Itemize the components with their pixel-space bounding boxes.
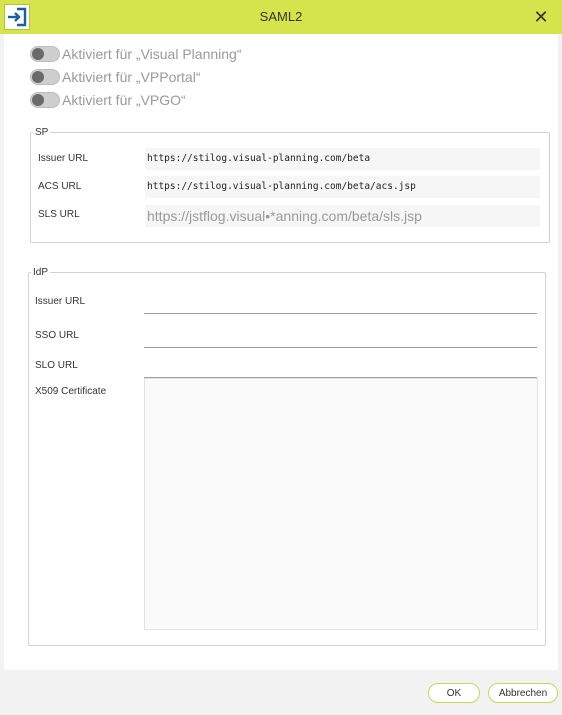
toggle-switch[interactable] [30, 46, 60, 62]
sp-issuer-url-value[interactable]: https://stilog.visual-planning.com/beta [145, 148, 540, 170]
sp-sls-url-label: SLS URL [38, 209, 80, 220]
ok-button[interactable]: OK [428, 683, 480, 703]
sp-acs-url-value[interactable]: https://stilog.visual-planning.com/beta/… [145, 176, 540, 198]
toggle-switch[interactable] [30, 92, 60, 108]
toggle-vpportal[interactable]: Aktiviert für „VPPortal“ [30, 67, 200, 87]
idp-certificate-label: X509 Certificate [35, 386, 107, 397]
idp-legend: IdP [33, 267, 49, 278]
idp-sso-url-input[interactable] [144, 329, 537, 348]
sp-acs-url-label: ACS URL [38, 181, 82, 192]
toggle-switch[interactable] [30, 69, 60, 85]
toggle-label: Aktiviert für „VPPortal“ [62, 69, 201, 85]
sp-issuer-url-label: Issuer URL [38, 153, 89, 164]
idp-certificate-textarea[interactable] [144, 378, 538, 630]
idp-slo-url-input[interactable] [144, 359, 537, 378]
cancel-button[interactable]: Abbrechen [488, 683, 558, 703]
dialog-title: SAML2 [259, 9, 303, 24]
toggle-visual-planning[interactable]: Aktiviert für „Visual Planning“ [30, 44, 241, 64]
dialog-content: Aktiviert für „Visual Planning“ Aktivier… [4, 34, 558, 670]
sp-legend: SP [35, 127, 49, 138]
idp-issuer-url-label: Issuer URL [35, 296, 86, 307]
idp-issuer-url-input[interactable] [144, 295, 537, 314]
title-bar: SAML2 ✕ [0, 0, 562, 34]
sp-sls-url-value[interactable]: https://jstflog.visual•*anning.com/beta/… [145, 205, 540, 227]
toggle-label: Aktiviert für „Visual Planning“ [62, 46, 242, 62]
idp-slo-url-label: SLO URL [35, 360, 78, 371]
toggle-label: Aktiviert für „VPGO“ [62, 92, 186, 108]
toggle-vpgo[interactable]: Aktiviert für „VPGO“ [30, 90, 186, 110]
idp-sso-url-label: SSO URL [35, 330, 79, 341]
close-icon[interactable]: ✕ [530, 6, 552, 28]
